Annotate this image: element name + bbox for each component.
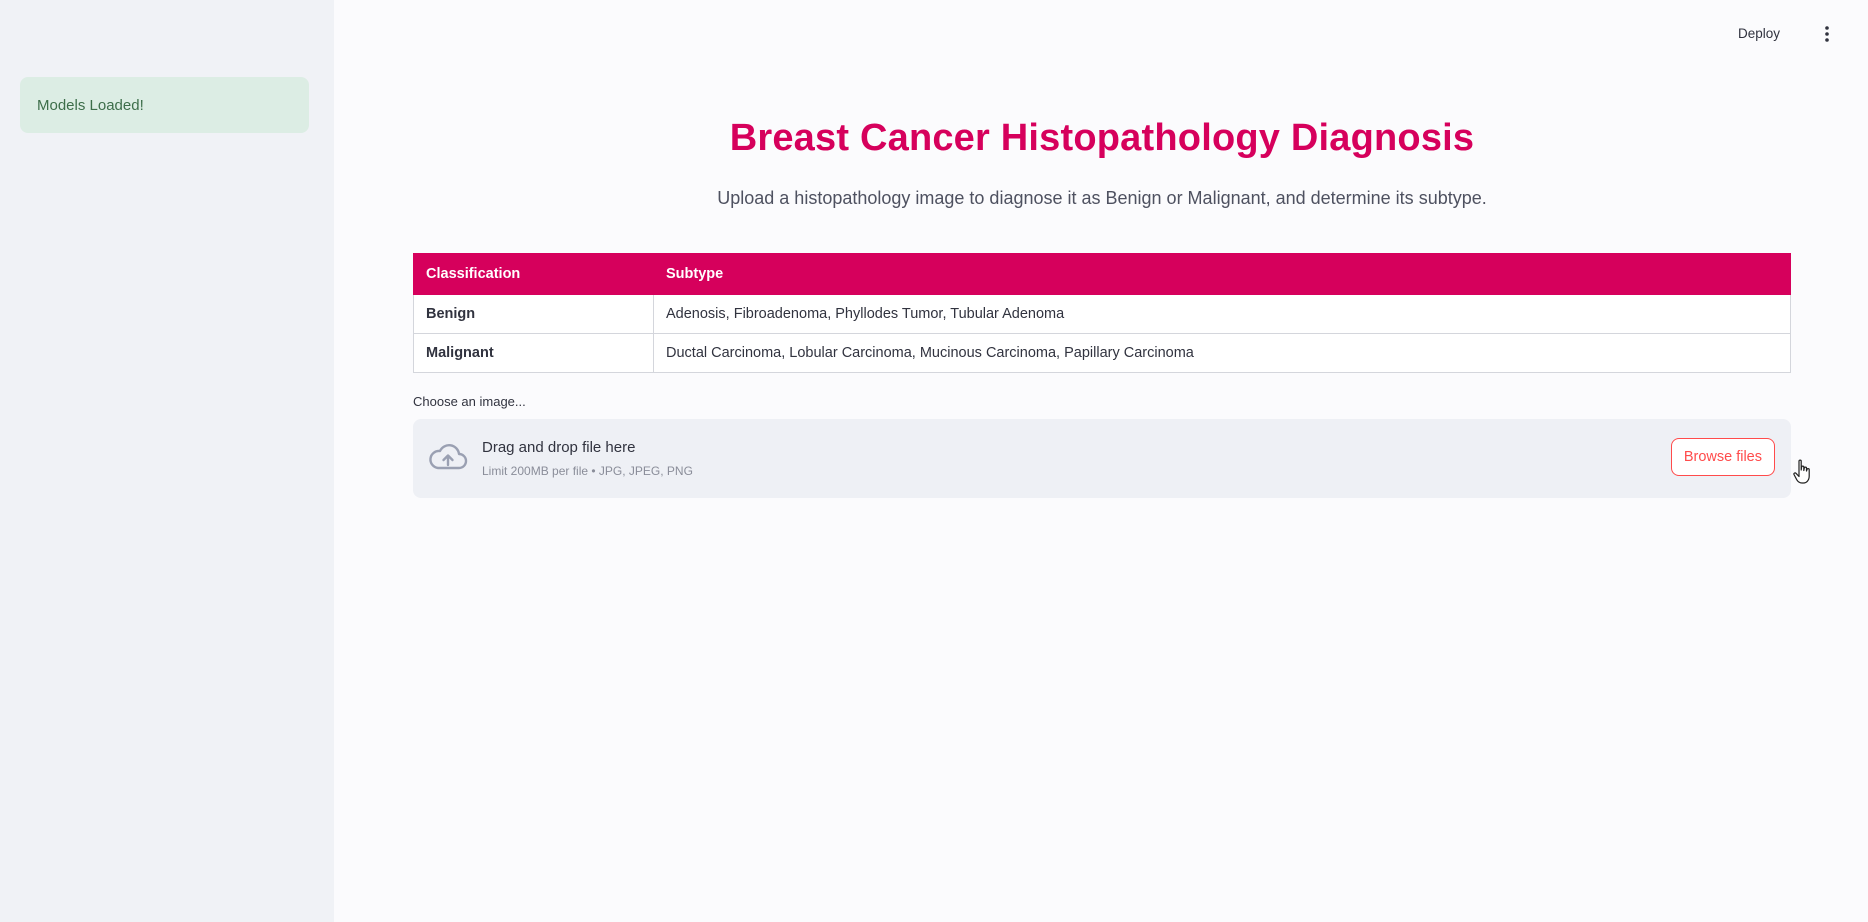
deploy-button[interactable]: Deploy [1730,22,1788,45]
file-uploader-label: Choose an image... [413,394,526,409]
classification-cell: Benign [413,294,654,334]
kebab-menu-icon[interactable] [1818,22,1836,46]
page-subtitle: Upload a histopathology image to diagnos… [717,188,1487,208]
page-title: Breast Cancer Histopathology Diagnosis [729,117,1475,159]
cloud-upload-icon [428,441,468,475]
column-header-classification: Classification [413,253,654,295]
subtype-table: Classification Subtype Benign Adenosis, … [413,253,1791,373]
browse-files-button[interactable]: Browse files [1670,438,1775,476]
subtype-cell: Ductal Carcinoma, Lobular Carcinoma, Muc… [653,333,1791,373]
subtype-cell: Adenosis, Fibroadenoma, Phyllodes Tumor,… [653,294,1791,334]
sidebar: Models Loaded! [0,0,334,922]
file-dropzone[interactable]: Drag and drop file here Limit 200MB per … [413,419,1791,498]
dropzone-title: Drag and drop file here [482,439,636,456]
table-row: Benign Adenosis, Fibroadenoma, Phyllodes… [413,294,1791,334]
classification-cell: Malignant [413,333,654,373]
column-header-subtype: Subtype [653,253,1791,295]
hand-cursor-icon [1792,459,1814,485]
table-header-row: Classification Subtype [413,253,1791,295]
table-row: Malignant Ductal Carcinoma, Lobular Carc… [413,333,1791,373]
models-loaded-alert: Models Loaded! [20,77,309,133]
app-root: Models Loaded! Deploy Breast Cancer Hist… [0,0,1868,922]
alert-text: Models Loaded! [37,96,144,114]
dropzone-limits: Limit 200MB per file • JPG, JPEG, PNG [482,464,693,478]
